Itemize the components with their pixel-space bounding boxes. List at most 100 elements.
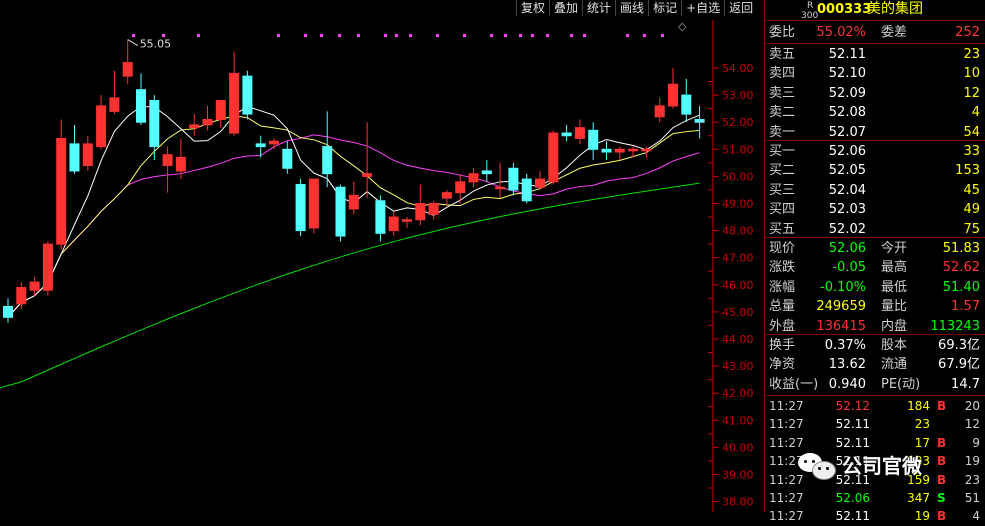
toolbar-button-5[interactable]: +自选 [681,0,724,16]
bid-level[interactable]: 买二 52.05 153 [765,161,985,180]
tick-time: 11:27 [769,491,804,505]
tick-count: 9 [972,435,980,450]
signal-dot [357,34,360,37]
signal-dot [277,34,280,37]
toolbar-button-0[interactable]: 复权 [516,0,549,16]
tick-time: 11:27 [769,417,804,432]
candle-body [601,148,612,153]
candle-body [402,219,412,222]
candle-body [3,305,13,318]
level-volume: 153 [955,163,980,179]
level-volume: 75 [963,221,980,237]
ask-level[interactable]: 卖二 52.08 4 [765,103,985,122]
level-volume: 10 [963,66,980,82]
tick-time: 11:27 [769,399,804,413]
level-label: 卖二 [769,105,796,121]
stat-label: 涨跌 [769,260,796,276]
signal-dot [626,34,629,37]
toolbar-button-6[interactable]: 返回 [724,0,757,16]
candle-body [109,97,120,112]
high-marker-line [127,39,138,46]
bid-level[interactable]: 买四 52.03 49 [765,200,985,219]
ask-level[interactable]: 卖一 52.07 54 [765,123,985,142]
candle-body [388,216,399,232]
signal-dot [395,34,398,37]
y-tick-label: 53.00 [722,89,754,102]
candle-body [96,105,107,148]
wei-cha-label: 委差 [881,25,908,40]
tick-row[interactable]: 11:27 52.12 184 B 20 [765,397,985,416]
tick-price: 52.11 [835,417,870,432]
stat-value: 67.9亿 [938,357,980,373]
stat-value: 1.57 [951,299,980,315]
candle-body [521,178,532,202]
stat-value: 52.62 [942,260,980,276]
candle-body [136,89,146,123]
stat-label: 流通 [881,357,908,373]
tick-row[interactable]: 11:27 52.11 23 12 [765,415,985,434]
wei-bi-value: 55.02% [816,25,866,40]
level-price: 52.11 [828,47,866,62]
level-label: 卖四 [769,66,796,82]
level-price: 52.06 [828,144,866,159]
y-tick-label: 42.00 [722,387,754,400]
stat-label: 总量 [769,299,796,315]
signal-dot [490,34,493,37]
tick-side: B [937,454,947,469]
y-tick-label: 48.00 [722,225,754,238]
bid-level[interactable]: 买三 52.04 45 [765,181,985,200]
stats-row: 收益(一) 0.940 PE(动) 14.7 [765,375,985,394]
ask-level[interactable]: 卖五 52.11 23 [765,45,985,64]
signal-dot [463,34,466,37]
y-tick-label: 44.00 [722,333,754,346]
toolbar-button-1[interactable]: 叠加 [549,0,582,16]
diamond-icon[interactable]: ◇ [678,20,686,33]
candle-body [242,75,253,115]
tick-volume: 19 [914,509,930,524]
toolbar-button-3[interactable]: 画线 [615,0,648,16]
candle-body [295,184,306,232]
ma60-line [0,182,700,389]
chart-toolbar: 复权 叠加 统计 画线 标记 +自选 返回 [516,0,757,16]
ask-level[interactable]: 卖三 52.09 12 [765,84,985,103]
level-label: 卖一 [769,124,796,140]
tick-count: 51 [964,491,980,505]
toolbar-button-2[interactable]: 统计 [582,0,615,16]
stat-label: 今开 [881,241,908,256]
candle-body [56,137,67,245]
y-tick-label: 52.00 [722,116,754,129]
stock-name: 美的集团 [867,1,923,17]
candle-body [282,148,293,169]
y-tick-label: 41.00 [722,414,754,427]
stat-label: 收益(一) [769,376,819,392]
candle-body [16,287,27,305]
kline-chart-area[interactable]: 54.00 53.00 52.00 51.00 50.00 49.00 48.00 47.00… [0,0,762,512]
ask-level[interactable]: 卖四 52.10 10 [765,64,985,83]
y-tick-label: 39.00 [722,469,754,482]
stat-label: 股本 [881,338,908,353]
tick-price: 52.11 [835,509,870,524]
candle-body [574,127,585,139]
candle-body [215,100,226,120]
candle-body [481,170,492,175]
level-price: 52.03 [828,202,866,218]
y-tick-label: 43.00 [722,360,754,373]
candle-body [189,124,200,129]
stat-label: 内盘 [881,318,908,334]
candle-body [468,173,479,183]
bid-level[interactable]: 买五 52.02 75 [765,220,985,239]
wechat-icon [798,451,838,480]
tick-row[interactable]: 11:27 52.06 347 S 51 [765,489,985,508]
candle-body [162,154,173,167]
kline-chart[interactable]: 54.00 53.00 52.00 51.00 50.00 49.00 48.00 47.00… [0,0,762,512]
toolbar-button-4[interactable]: 标记 [648,0,681,16]
tick-row[interactable]: 11:27 52.11 19 B 4 [765,507,985,526]
stat-label: 涨幅 [769,279,796,295]
stat-value: 51.83 [942,241,980,256]
y-tick-label: 47.00 [722,252,754,265]
bid-level[interactable]: 买一 52.06 33 [765,142,985,161]
stat-value: -0.05 [832,260,866,276]
signal-dot [546,34,549,37]
candle-body [654,105,665,118]
stat-label: 最高 [881,260,908,276]
